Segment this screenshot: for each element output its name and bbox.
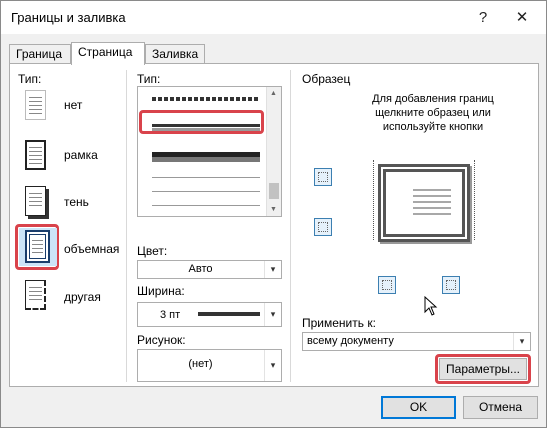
setting-box-icon[interactable]: [16, 136, 54, 174]
setting-custom-icon[interactable]: [16, 276, 54, 314]
title-bar: Границы и заливка ? ✕: [1, 1, 546, 34]
ok-button[interactable]: OK: [381, 396, 456, 419]
setting-shadow-icon[interactable]: [16, 182, 54, 220]
divider: [126, 70, 127, 382]
setting-box-label[interactable]: рамка: [64, 148, 98, 162]
tab-borders[interactable]: Граница: [9, 44, 71, 64]
top-border-toggle-icon[interactable]: [314, 168, 332, 186]
style-selection-highlight: [139, 110, 264, 134]
setting-none-icon[interactable]: [16, 86, 54, 124]
chevron-down-icon[interactable]: ▾: [264, 303, 281, 326]
scroll-thumb[interactable]: [269, 183, 279, 199]
right-border-toggle-icon[interactable]: [442, 276, 460, 294]
options-button[interactable]: Параметры...: [439, 358, 527, 380]
style-list[interactable]: ▲ ▼: [137, 86, 282, 217]
scroll-up-icon[interactable]: ▲: [270, 90, 277, 97]
color-label: Цвет:: [137, 244, 168, 258]
style-option-thick[interactable]: [152, 152, 260, 157]
tab-page-border[interactable]: Страница: [71, 42, 145, 65]
color-dropdown[interactable]: Авто ▾: [137, 260, 282, 279]
apply-to-dropdown[interactable]: всему документу ▾: [302, 332, 531, 351]
width-value: 3 пт: [160, 309, 181, 321]
art-label: Рисунок:: [137, 333, 186, 347]
setting-custom-label[interactable]: другая: [64, 290, 101, 304]
close-button[interactable]: ✕: [508, 7, 536, 29]
divider: [290, 70, 291, 382]
setting-shadow-label[interactable]: тень: [64, 195, 89, 209]
tab-panel: Тип: нет рамка тень объемная другая Тип:…: [9, 63, 539, 387]
mouse-cursor-icon: [424, 296, 438, 316]
tab-shading[interactable]: Заливка: [145, 44, 205, 64]
setting-none-label[interactable]: нет: [64, 98, 82, 112]
style-label: Тип:: [137, 72, 161, 86]
width-label: Ширина:: [137, 284, 185, 298]
setting-3d-label[interactable]: объемная: [64, 242, 119, 256]
left-border-toggle-icon[interactable]: [378, 276, 396, 294]
art-dropdown[interactable]: (нет) ▾: [137, 349, 282, 382]
chevron-down-icon[interactable]: ▾: [513, 333, 530, 350]
style-list-scrollbar[interactable]: ▲ ▼: [266, 87, 281, 216]
cancel-button[interactable]: Отмена: [463, 396, 538, 419]
chevron-down-icon[interactable]: ▾: [264, 261, 281, 278]
chevron-down-icon[interactable]: ▾: [264, 350, 281, 381]
setting-3d-icon[interactable]: [19, 228, 57, 266]
borders-and-shading-dialog: Границы и заливка ? ✕ Граница Страница З…: [0, 0, 547, 428]
help-button[interactable]: ?: [469, 7, 497, 29]
style-option-dashed[interactable]: [152, 97, 260, 101]
preview-instruction: Для добавления границ щелкните образец и…: [372, 93, 494, 133]
preview-page[interactable]: [378, 164, 470, 242]
preview-label: Образец: [302, 72, 351, 86]
bottom-border-toggle-icon[interactable]: [314, 218, 332, 236]
dialog-title: Границы и заливка: [11, 10, 126, 25]
width-sample-line: [198, 312, 260, 316]
apply-to-label: Применить к:: [302, 316, 376, 330]
setting-label: Тип:: [18, 72, 42, 86]
scroll-down-icon[interactable]: ▼: [270, 206, 277, 213]
width-dropdown[interactable]: 3 пт ▾: [137, 302, 282, 327]
